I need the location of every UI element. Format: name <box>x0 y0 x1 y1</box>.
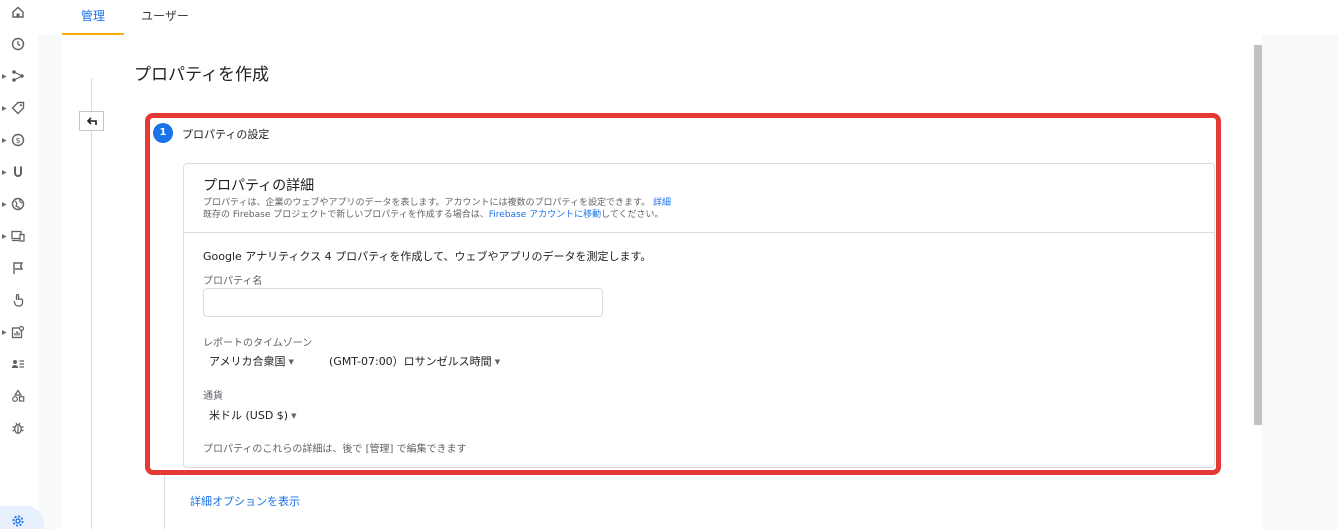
currency-select[interactable]: 米ドル (USD $) ▼ <box>209 407 296 423</box>
gear-icon <box>12 515 24 527</box>
expand-caret-icon: ▶ <box>2 168 7 176</box>
magnet-icon <box>11 165 25 179</box>
property-name-label: プロパティ名 <box>203 276 263 287</box>
nav-item-tech[interactable]: ▶ <box>0 224 38 248</box>
nav-item-debug[interactable] <box>0 416 38 440</box>
page-title: プロパティを作成 <box>134 65 269 85</box>
step-number-badge: 1 <box>153 123 173 143</box>
card-header: プロパティの詳細 プロパティは、企業のウェブやアプリのデータを表します。アカウン… <box>184 164 1214 233</box>
dropdown-arrow-icon: ▼ <box>288 358 294 366</box>
expand-caret-icon: ▶ <box>2 328 7 336</box>
nav-item-tag[interactable]: ▶ <box>0 96 38 120</box>
timezone-zone-value: (GMT-07:00）ロサンゼルス時間 <box>329 355 492 368</box>
timezone-zone-select[interactable]: (GMT-07:00）ロサンゼルス時間 ▼ <box>329 353 500 369</box>
edit-later-note: プロパティのこれらの詳細は、後で [管理] で編集できます <box>203 444 467 455</box>
nav-item-home[interactable] <box>0 0 38 24</box>
nav-item-explore[interactable] <box>0 384 38 408</box>
nav-item-engagement[interactable] <box>0 288 38 312</box>
shapes-icon <box>11 389 25 403</box>
expand-caret-icon: ▶ <box>2 200 7 208</box>
card-title: プロパティの詳細 <box>203 178 315 194</box>
tag-icon <box>11 101 25 115</box>
user-list-icon <box>11 357 25 371</box>
top-tabs: 管理 ユーザー <box>62 0 1338 35</box>
clock-icon <box>11 37 25 51</box>
dropdown-arrow-icon: ▼ <box>291 412 297 420</box>
home-icon <box>11 5 25 19</box>
expand-caret-icon: ▶ <box>2 232 7 240</box>
nav-item-acquisition[interactable]: ▶ <box>0 160 38 184</box>
bug-icon <box>11 421 25 435</box>
property-name-input[interactable] <box>203 288 603 317</box>
left-nav: ▶ ▶ ▶ $ ▶ ▶ ▶ ▶ <box>0 0 38 529</box>
nav-item-user-explorer[interactable] <box>0 352 38 376</box>
timezone-label: レポートのタイムゾーン <box>203 338 313 349</box>
firebase-account-link[interactable]: Firebase アカウントに移動 <box>489 210 601 220</box>
currency-value: 米ドル (USD $) <box>209 409 289 422</box>
touch-icon <box>11 293 25 307</box>
back-button[interactable] <box>79 111 104 131</box>
nav-item-monetization[interactable]: ▶ $ <box>0 128 38 152</box>
expand-caret-icon: ▶ <box>2 72 7 80</box>
devices-icon <box>11 229 25 243</box>
firebase-note-prefix: 既存の Firebase プロジェクトで新しいプロパティを作成する場合は、 <box>203 210 489 220</box>
report-icon <box>11 325 25 339</box>
tab-admin[interactable]: 管理 <box>62 0 124 35</box>
nav-item-realtime[interactable] <box>0 32 38 56</box>
firebase-note: 既存の Firebase プロジェクトで新しいプロパティを作成する場合は、Fir… <box>203 207 664 220</box>
progress-line <box>91 78 92 529</box>
property-details-card: プロパティの詳細 プロパティは、企業のウェブやアプリのデータを表します。アカウン… <box>183 163 1215 468</box>
timezone-country-value: アメリカ合衆国 <box>209 355 286 368</box>
dollar-icon: $ <box>11 133 25 147</box>
nav-item-audience[interactable]: ▶ <box>0 192 38 216</box>
svg-text:$: $ <box>15 136 20 145</box>
timezone-country-select[interactable]: アメリカ合衆国 ▼ <box>209 353 294 369</box>
firebase-note-suffix: してください。 <box>601 210 664 220</box>
expand-caret-icon: ▶ <box>2 136 7 144</box>
tab-user[interactable]: ユーザー <box>134 0 196 35</box>
nav-item-flow[interactable]: ▶ <box>0 64 38 88</box>
expand-caret-icon: ▶ <box>2 104 7 112</box>
share-nodes-icon <box>11 69 25 83</box>
dropdown-arrow-icon: ▼ <box>494 358 501 366</box>
show-advanced-options-link[interactable]: 詳細オプションを表示 <box>190 493 300 509</box>
nav-item-reports[interactable]: ▶ <box>0 320 38 344</box>
globe-icon <box>11 197 25 211</box>
flag-icon <box>11 261 25 275</box>
step-connector-line <box>164 470 165 529</box>
intro-text: Google アナリティクス 4 プロパティを作成して、ウェブやアプリのデータを… <box>203 250 652 263</box>
back-arrow-icon <box>86 117 97 125</box>
nav-item-admin[interactable] <box>0 506 44 529</box>
step-label: プロパティの設定 <box>182 128 270 141</box>
nav-item-conversions[interactable] <box>0 256 38 280</box>
scrollbar[interactable] <box>1254 45 1262 425</box>
currency-label: 通貨 <box>203 391 223 402</box>
